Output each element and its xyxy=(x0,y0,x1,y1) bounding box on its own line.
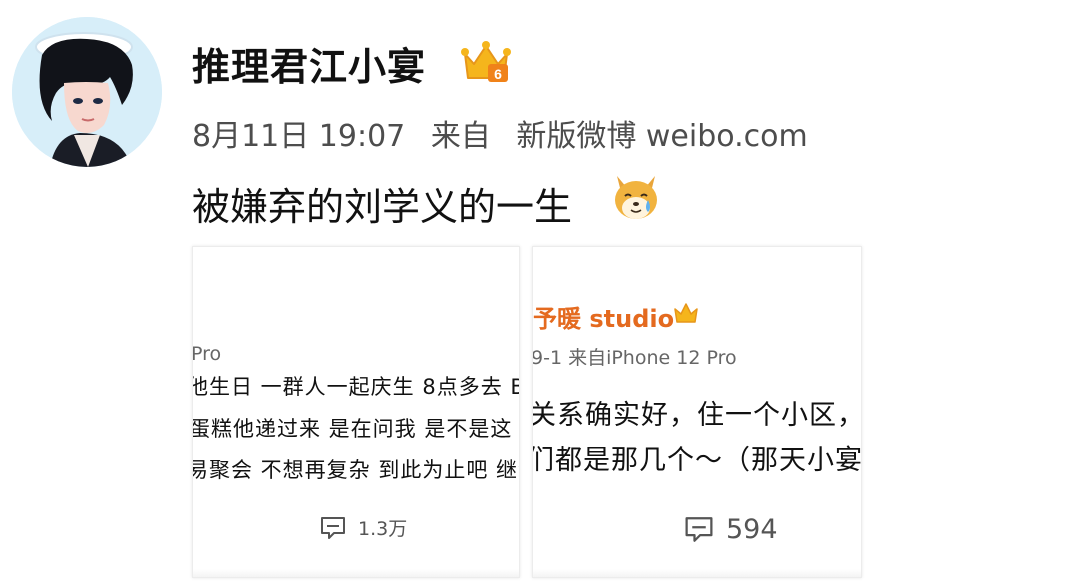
source-link[interactable]: 新版微博 weibo.com xyxy=(516,119,807,154)
crown-level-6-icon[interactable]: 6 xyxy=(460,38,512,86)
avatar[interactable] xyxy=(12,17,162,167)
card-account-name[interactable]: 予暖 studio xyxy=(533,299,674,334)
card-text-line: 关系确实好，住一个小区， xyxy=(532,400,862,431)
avatar-illustration xyxy=(12,17,162,167)
comment-icon xyxy=(321,516,345,539)
card-fade xyxy=(193,569,519,577)
username[interactable]: 推理君江小宴 xyxy=(192,36,426,91)
card-text-line: 们都是那几个～（那天小宴 xyxy=(532,445,862,476)
card-text-line: 他生日 一群人一起庆生 8点多去 B xyxy=(192,375,520,399)
comment-count: 594 xyxy=(726,514,778,545)
weibo-post: 推理君江小宴 6 8月11日 19:07 来自 新版微博 weibo.com 被… xyxy=(0,0,1080,584)
card-text-line: 易聚会 不想再复杂 到此为止吧 继续 xyxy=(192,458,520,482)
comment-icon xyxy=(685,517,713,542)
svg-text:6: 6 xyxy=(494,66,502,82)
card-device-text: 9-1 来自iPhone 12 Pro xyxy=(532,347,737,369)
comment-button[interactable]: 594 xyxy=(684,514,778,545)
card-device-text: Pro xyxy=(192,343,222,365)
post-text: 被嫌弃的刘学义的一生 xyxy=(192,185,573,229)
timestamp[interactable]: 8月11日 19:07 xyxy=(192,119,405,154)
shiba-dog-tears-emoji xyxy=(611,170,661,224)
post-meta: 8月11日 19:07 来自 新版微博 weibo.com xyxy=(192,111,808,155)
source-prefix: 来自 xyxy=(430,119,491,154)
comment-count: 1.3万 xyxy=(358,518,408,540)
comment-button[interactable]: 1.3万 xyxy=(320,514,407,541)
card-text-line: 蛋糕他递过来 是在问我 是不是这 xyxy=(192,417,513,441)
card-fade xyxy=(533,569,861,577)
crown-icon xyxy=(674,303,698,323)
